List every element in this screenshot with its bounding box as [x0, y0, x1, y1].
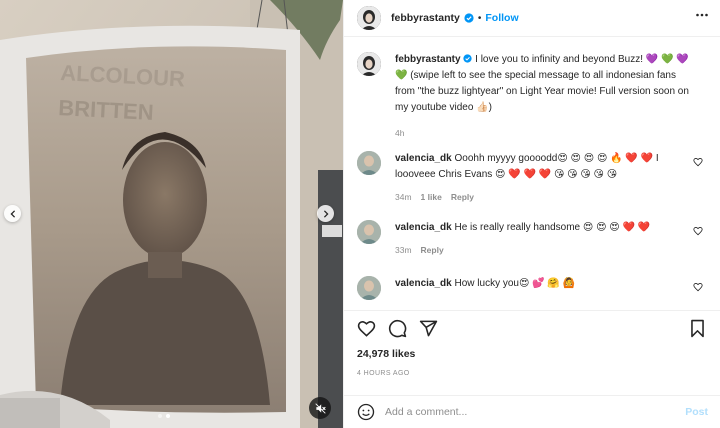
comment-meta: 33m Reply — [395, 245, 695, 255]
carousel-dot — [158, 414, 162, 418]
caption-meta: 4h — [395, 128, 695, 138]
caption-avatar-image — [357, 52, 381, 76]
caption-row: febbyrastanty I love you to infinity and… — [357, 52, 707, 138]
commenter-avatar-image — [357, 220, 381, 244]
comment-row: valencia_dk How lucky you😍 💕 🤗 🙆 — [357, 276, 707, 300]
carousel-next-button[interactable] — [317, 205, 334, 222]
reply-button[interactable]: Reply — [451, 192, 474, 202]
comment-body: valencia_dk How lucky you😍 💕 🤗 🙆 — [395, 276, 695, 300]
emoji-icon[interactable] — [357, 403, 375, 421]
post-side-panel: febbyrastanty • Follow febbyrastanty I l… — [343, 0, 720, 428]
follow-button[interactable]: Follow — [485, 12, 518, 24]
comment-text: valencia_dk How lucky you😍 💕 🤗 🙆 — [395, 276, 695, 292]
comment-content: He is really really handsome 😍 😍 😍 ❤️ ❤️ — [454, 222, 651, 233]
comment-time[interactable]: 34m — [395, 192, 412, 202]
post-timestamp[interactable]: 4 HOURS AGO — [357, 370, 410, 377]
post-modal: ALCOLOUR BRITTEN febbyrastanty • Follow … — [0, 0, 720, 428]
carousel-dot-active — [166, 414, 170, 418]
caption-username[interactable]: febbyrastanty — [395, 54, 461, 65]
comment-username[interactable]: valencia_dk — [395, 222, 452, 233]
comment-username[interactable]: valencia_dk — [395, 153, 452, 164]
caption-body: febbyrastanty I love you to infinity and… — [395, 52, 695, 138]
commenter-avatar-image — [357, 276, 381, 300]
caption-avatar[interactable] — [357, 52, 381, 76]
svg-text:BRITTEN: BRITTEN — [58, 95, 155, 125]
comment-input[interactable] — [385, 406, 675, 418]
post-header: febbyrastanty • Follow — [344, 0, 720, 37]
comment-text: valencia_dk Ooohh myyyy goooodd😍 😍 😍 😍 🔥… — [395, 151, 695, 183]
chevron-left-icon — [9, 209, 15, 218]
verified-badge-icon — [464, 13, 474, 23]
chevron-right-icon — [323, 209, 329, 218]
comment-text: valencia_dk He is really really handsome… — [395, 220, 695, 236]
comment-time[interactable]: 33m — [395, 245, 412, 255]
author-avatar[interactable] — [357, 6, 381, 30]
comments-list[interactable]: febbyrastanty I love you to infinity and… — [344, 38, 720, 310]
comment-body: valencia_dk He is really really handsome… — [395, 220, 695, 255]
commenter-avatar[interactable] — [357, 276, 381, 300]
save-icon[interactable] — [689, 319, 706, 338]
commenter-avatar[interactable] — [357, 151, 381, 175]
author-username[interactable]: febbyrastanty — [391, 12, 460, 24]
mute-toggle-button[interactable] — [309, 397, 331, 419]
comment-composer: Post — [344, 395, 720, 428]
caption-time[interactable]: 4h — [395, 128, 404, 138]
post-actions-bar — [344, 310, 720, 350]
comment-body: valencia_dk Ooohh myyyy goooodd😍 😍 😍 😍 🔥… — [395, 151, 695, 202]
comment-row: valencia_dk Ooohh myyyy goooodd😍 😍 😍 😍 🔥… — [357, 151, 707, 202]
heart-icon[interactable] — [693, 226, 703, 236]
comment-username[interactable]: valencia_dk — [395, 278, 452, 289]
reply-button[interactable]: Reply — [421, 245, 444, 255]
verified-badge-icon — [463, 54, 475, 65]
carousel-prev-button[interactable] — [4, 205, 21, 222]
header-separator: • — [477, 12, 482, 24]
sound-off-icon — [314, 402, 326, 414]
author-avatar-image — [357, 6, 381, 30]
comment-content: How lucky you😍 💕 🤗 🙆 — [454, 278, 576, 289]
comment-icon[interactable] — [388, 319, 407, 338]
comment-row: valencia_dk He is really really handsome… — [357, 220, 707, 255]
heart-icon[interactable] — [693, 157, 703, 167]
carousel-indicator — [158, 414, 170, 418]
video-frame-image: ALCOLOUR BRITTEN — [0, 0, 343, 428]
commenter-avatar[interactable] — [357, 220, 381, 244]
heart-icon[interactable] — [693, 282, 703, 292]
commenter-avatar-image — [357, 151, 381, 175]
more-options-icon[interactable] — [696, 13, 708, 17]
caption-text: febbyrastanty I love you to infinity and… — [395, 52, 695, 116]
post-media[interactable]: ALCOLOUR BRITTEN — [0, 0, 343, 428]
heart-icon[interactable] — [357, 319, 376, 338]
likes-count[interactable]: 24,978 likes — [357, 348, 415, 360]
share-icon[interactable] — [419, 319, 438, 338]
comment-likes[interactable]: 1 like — [421, 192, 442, 202]
post-comment-button[interactable]: Post — [685, 406, 708, 418]
comment-meta: 34m 1 like Reply — [395, 192, 695, 202]
